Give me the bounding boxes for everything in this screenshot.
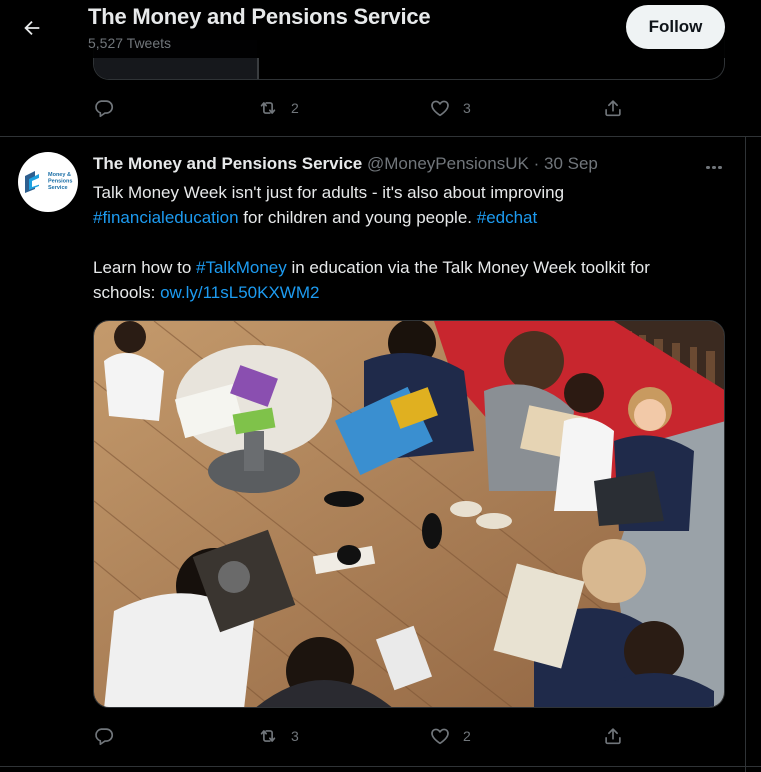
reply-button[interactable]	[93, 718, 127, 754]
header-title-block: The Money and Pensions Service 5,527 Twe…	[88, 4, 431, 51]
retweet-icon	[260, 102, 276, 114]
page-title: The Money and Pensions Service	[88, 4, 431, 29]
share-icon	[605, 100, 621, 117]
like-button[interactable]: 2	[429, 718, 471, 754]
follow-button[interactable]: Follow	[626, 5, 725, 49]
more-icon	[705, 156, 724, 174]
classroom-photo	[94, 321, 724, 707]
retweet-count: 2	[291, 100, 299, 116]
share-button[interactable]	[602, 718, 624, 754]
avatar[interactable]: Money & Pensions Service	[18, 152, 78, 212]
share-button[interactable]	[602, 90, 624, 126]
tweet-line-3-end: in education via the Talk Money Week too…	[286, 258, 650, 277]
svg-text:Money &: Money &	[48, 172, 71, 178]
mps-logo: Money & Pensions Service	[25, 171, 72, 193]
tweet-line-2: #financialeducation for children and you…	[93, 205, 733, 230]
hashtag-edchat[interactable]: #edchat	[477, 208, 538, 227]
tweet-header: The Money and Pensions Service @MoneyPen…	[93, 154, 693, 174]
retweet-icon	[260, 730, 276, 742]
tweet-count: 5,527 Tweets	[88, 35, 172, 51]
reply-icon	[95, 100, 114, 118]
retweet-count: 3	[291, 728, 299, 744]
back-arrow-icon	[24, 20, 40, 36]
tweet-separator-bottom	[0, 766, 761, 767]
like-icon	[431, 728, 449, 745]
like-button[interactable]: 3	[429, 90, 471, 126]
previous-media-divider	[257, 58, 259, 79]
more-button[interactable]	[703, 154, 725, 176]
tweet-line-4-start: schools:	[93, 283, 161, 302]
tweet-line-1: Talk Money Week isn't just for adults - …	[93, 183, 565, 202]
previous-tweet-actions: 2 3	[0, 90, 761, 126]
tweet-line-3-start: Learn how to	[93, 258, 197, 277]
hashtag-talkmoney[interactable]: #TalkMoney	[196, 258, 287, 277]
tweet-line-2-text: for children and young people.	[238, 208, 477, 227]
like-count: 3	[463, 100, 471, 116]
retweet-button[interactable]: 3	[257, 718, 299, 754]
retweet-button[interactable]: 2	[257, 90, 299, 126]
tweet-text: Talk Money Week isn't just for adults - …	[93, 180, 733, 305]
tweet-separator	[0, 136, 761, 137]
tweet-line-4: schools: ow.ly/11sL50KXWM2	[93, 280, 733, 305]
tweet-date[interactable]: 30 Sep	[544, 154, 598, 173]
profile-header: The Money and Pensions Service 5,527 Twe…	[0, 0, 761, 58]
tweet-line-3: Learn how to #TalkMoney in education via…	[93, 255, 733, 280]
share-icon	[605, 728, 621, 745]
back-button[interactable]	[14, 10, 50, 46]
reply-button[interactable]	[93, 90, 127, 126]
hashtag-financialeducation[interactable]: #financialeducation	[93, 208, 239, 227]
timeline-border	[745, 136, 746, 772]
author-handle[interactable]: @MoneyPensionsUK	[367, 154, 529, 173]
author-name[interactable]: The Money and Pensions Service	[93, 154, 362, 173]
svg-text:Service: Service	[48, 185, 68, 191]
toolkit-link[interactable]: ow.ly/11sL50KXWM2	[160, 283, 319, 302]
reply-icon	[95, 728, 114, 746]
meta-separator: ·	[533, 154, 540, 173]
like-count: 2	[463, 728, 471, 744]
tweet-photo[interactable]	[93, 320, 725, 708]
tweet-actions: 3 2	[0, 718, 761, 754]
like-icon	[431, 100, 449, 117]
svg-text:Pensions: Pensions	[48, 179, 72, 185]
